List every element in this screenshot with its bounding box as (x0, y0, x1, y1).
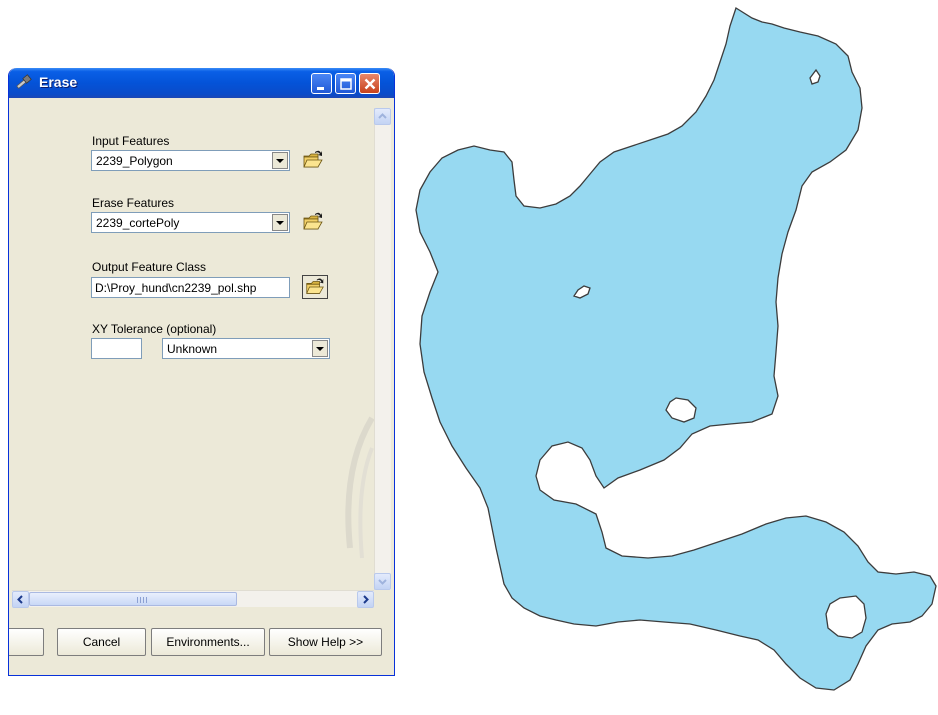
dropdown-button[interactable] (272, 152, 288, 169)
output-feature-class-label: Output Feature Class (92, 260, 207, 274)
open-folder-icon (303, 212, 323, 230)
title-bar[interactable]: Erase (9, 68, 394, 98)
watermark-graphic (345, 416, 374, 559)
open-folder-icon (306, 278, 324, 294)
input-features-value: 2239_Polygon (96, 154, 173, 168)
browse-input-button[interactable] (300, 148, 326, 172)
browse-erase-button[interactable] (300, 210, 326, 234)
dialog-body: Input Features 2239_Polygon Erase Featur… (9, 98, 391, 672)
erase-dialog: Erase Input Features 2239_Polygon Erase … (8, 68, 395, 676)
window-title: Erase (39, 74, 78, 90)
erase-features-label: Erase Features (92, 196, 175, 210)
scroll-corner (374, 590, 391, 607)
xy-tolerance-unit-value: Unknown (167, 342, 218, 356)
maximize-button[interactable] (335, 73, 356, 94)
dialog-button-row: Cancel Environments... Show Help >> (9, 613, 391, 663)
vertical-scrollbar[interactable] (374, 108, 391, 590)
chevron-up-icon (378, 113, 387, 119)
chevron-down-icon (316, 347, 324, 351)
output-feature-class-value: D:\Proy_hund\cn2239_pol.shp (95, 281, 257, 295)
horizontal-scrollbar[interactable] (12, 590, 374, 608)
browse-output-button[interactable] (302, 275, 328, 299)
parameters-panel: Input Features 2239_Polygon Erase Featur… (12, 108, 374, 590)
scroll-down-button[interactable] (374, 573, 391, 590)
maximize-icon (340, 78, 352, 90)
xy-tolerance-unit-combo[interactable]: Unknown (162, 338, 330, 359)
input-features-label: Input Features (92, 134, 170, 148)
erase-features-value: 2239_cortePoly (96, 216, 180, 230)
scroll-right-button[interactable] (357, 591, 374, 608)
ok-button[interactable] (9, 628, 44, 656)
chevron-left-icon (17, 595, 23, 604)
output-feature-class-input[interactable]: D:\Proy_hund\cn2239_pol.shp (91, 277, 290, 298)
result-polygon (415, 7, 937, 691)
dropdown-button[interactable] (312, 340, 328, 357)
scroll-thumb[interactable] (29, 592, 237, 606)
polygon-map (415, 7, 937, 691)
scroll-up-button[interactable] (374, 108, 391, 125)
xy-tolerance-input[interactable] (91, 338, 142, 359)
xy-tolerance-label: XY Tolerance (optional) (92, 322, 217, 336)
minimize-button[interactable] (311, 73, 332, 94)
scroll-left-button[interactable] (12, 591, 29, 608)
dropdown-button[interactable] (272, 214, 288, 231)
minimize-icon (317, 87, 324, 90)
chevron-down-icon (276, 221, 284, 225)
environments-button[interactable]: Environments... (151, 628, 265, 656)
chevron-right-icon (363, 595, 369, 604)
show-help-button[interactable]: Show Help >> (269, 628, 382, 656)
open-folder-icon (303, 150, 323, 168)
erase-features-combo[interactable]: 2239_cortePoly (91, 212, 290, 233)
hammer-icon (16, 74, 32, 89)
chevron-down-icon (378, 579, 387, 585)
grip-icon (137, 597, 147, 603)
close-icon (364, 78, 376, 90)
close-button[interactable] (359, 73, 380, 94)
input-features-combo[interactable]: 2239_Polygon (91, 150, 290, 171)
chevron-down-icon (276, 159, 284, 163)
cancel-button[interactable]: Cancel (57, 628, 146, 656)
